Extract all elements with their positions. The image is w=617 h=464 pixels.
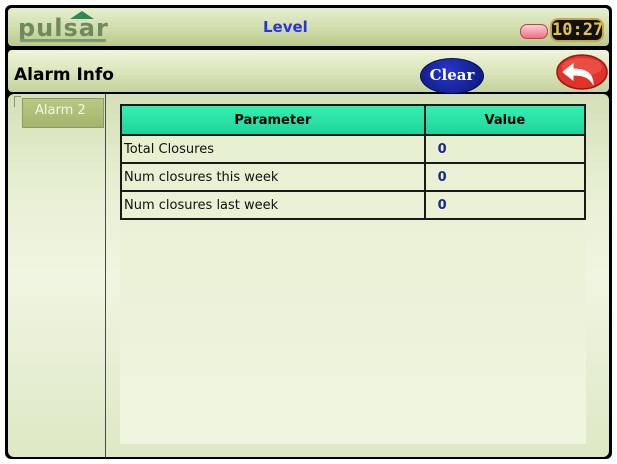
top-bar: pulsar Level 10:27 (8, 8, 609, 46)
clock-display: 10:27 (550, 18, 604, 42)
logo-roof-icon (70, 11, 94, 19)
back-button[interactable] (555, 54, 609, 90)
content-area: Parameter Value Total Closures 0 Num clo… (120, 104, 587, 444)
parameter-cell: Total Closures (120, 134, 426, 164)
parameter-cell: Num closures last week (120, 190, 426, 220)
status-led-icon (520, 24, 548, 39)
logo-underline (20, 39, 106, 42)
clear-button[interactable]: Clear (420, 58, 484, 94)
parameter-cell: Num closures this week (120, 162, 426, 192)
table-row: Num closures last week 0 (120, 190, 587, 220)
parameter-table: Parameter Value Total Closures 0 Num clo… (120, 104, 587, 220)
tab-alarm-2[interactable]: Alarm 2 (22, 98, 104, 128)
page-title: Level (263, 18, 308, 36)
value-cell: 0 (423, 134, 587, 164)
section-header: Alarm Info Clear (8, 50, 609, 94)
logo-text: pulsar (18, 14, 109, 42)
pulsar-logo: pulsar (18, 11, 114, 44)
tab-notch (14, 96, 21, 107)
table-row: Num closures this week 0 (120, 162, 587, 192)
value-cell: 0 (423, 190, 587, 220)
table-header-row: Parameter Value (120, 104, 587, 136)
column-header-parameter: Parameter (120, 104, 426, 136)
app-window: pulsar Level 10:27 Alarm Info Clear Alar… (5, 5, 612, 459)
column-header-value: Value (423, 104, 587, 136)
main-panel: Alarm 2 Parameter Value Total Closures 0 (8, 94, 609, 457)
table-row: Total Closures 0 (120, 134, 587, 164)
value-cell: 0 (423, 162, 587, 192)
section-title: Alarm Info (14, 65, 114, 85)
sidebar: Alarm 2 (8, 94, 106, 457)
